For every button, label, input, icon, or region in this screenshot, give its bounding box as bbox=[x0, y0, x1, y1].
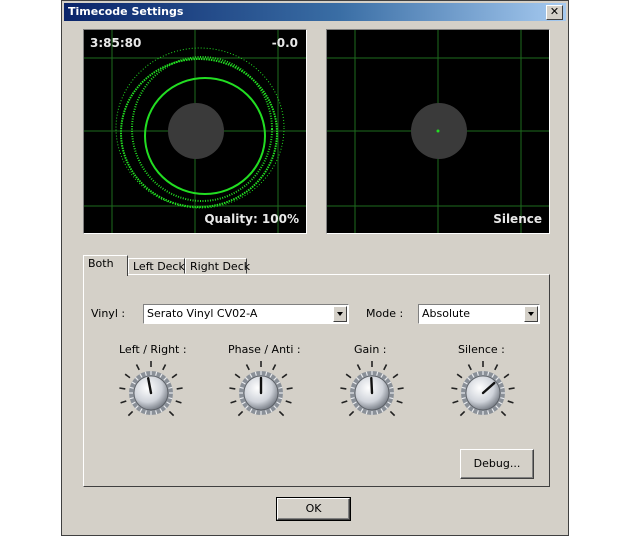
gain-knob[interactable] bbox=[338, 359, 406, 427]
knob-tick bbox=[135, 364, 140, 371]
knob-label-left-right: Left / Right : bbox=[119, 343, 187, 356]
knob-tick bbox=[397, 387, 404, 390]
silence-knob[interactable] bbox=[449, 359, 517, 427]
mode-select-value: Absolute bbox=[422, 307, 471, 320]
knob-tick bbox=[396, 400, 403, 404]
title-bar: Timecode Settings ✕ bbox=[64, 3, 566, 21]
knob-tick bbox=[234, 373, 241, 379]
knob-tick bbox=[272, 364, 277, 371]
right-scope-graph bbox=[327, 30, 549, 233]
knob-tick bbox=[356, 364, 361, 371]
knob-tick bbox=[392, 373, 399, 379]
vinyl-label: Vinyl : bbox=[91, 307, 126, 320]
mode-select[interactable]: Absolute bbox=[418, 304, 540, 324]
knob-tick bbox=[508, 387, 515, 390]
knob-tick bbox=[237, 410, 244, 417]
knob-tick bbox=[168, 410, 175, 417]
chevron-down-icon[interactable] bbox=[524, 306, 538, 322]
knob-tick bbox=[452, 400, 459, 404]
knob-tick bbox=[230, 400, 237, 404]
left-scope-display: 3:85:80 -0.0 Quality: 100% bbox=[83, 29, 307, 234]
knob-label-silence: Silence : bbox=[458, 343, 505, 356]
knob-pointer bbox=[370, 376, 374, 395]
knob-tick bbox=[278, 410, 285, 417]
knob-tick bbox=[459, 410, 466, 417]
knob-tick bbox=[456, 373, 463, 379]
knob-tick bbox=[348, 410, 355, 417]
close-button[interactable]: ✕ bbox=[546, 5, 563, 20]
tab-panel: Vinyl : Serato Vinyl CV02-A Mode : Absol… bbox=[83, 274, 550, 487]
timecode-readout: 3:85:80 bbox=[90, 36, 142, 50]
knob-tick bbox=[467, 364, 472, 371]
left-right-knob[interactable] bbox=[117, 359, 185, 427]
silence-readout: Silence bbox=[493, 212, 542, 226]
knob-label-gain: Gain : bbox=[354, 343, 387, 356]
left-scope-graph bbox=[84, 30, 306, 233]
knob-tick bbox=[176, 387, 183, 390]
knob-tick bbox=[341, 400, 348, 404]
knob-tick bbox=[451, 387, 458, 390]
knob-tick bbox=[494, 364, 499, 371]
offset-readout: -0.0 bbox=[271, 36, 298, 50]
knob-tick bbox=[245, 364, 250, 371]
knob-tick bbox=[127, 410, 134, 417]
knob-tick bbox=[503, 373, 510, 379]
vinyl-select[interactable]: Serato Vinyl CV02-A bbox=[143, 304, 349, 324]
window-title: Timecode Settings bbox=[68, 5, 184, 18]
knob-tick bbox=[285, 400, 292, 404]
knob-tick bbox=[162, 364, 167, 371]
knob-tick bbox=[281, 373, 288, 379]
knob-tick bbox=[345, 373, 352, 379]
knob-tick bbox=[120, 400, 127, 404]
tab-right-deck[interactable]: Right Deck bbox=[185, 258, 250, 274]
knob-tick bbox=[124, 373, 131, 379]
right-scope-display: Silence bbox=[326, 29, 550, 234]
knob-tick bbox=[340, 387, 347, 390]
knob-tick bbox=[229, 387, 236, 390]
knob-tick bbox=[171, 373, 178, 379]
phase-anti-knob[interactable] bbox=[227, 359, 295, 427]
mode-label: Mode : bbox=[366, 307, 404, 320]
debug-button[interactable]: Debug... bbox=[460, 449, 534, 479]
vinyl-select-value: Serato Vinyl CV02-A bbox=[147, 307, 258, 320]
knob-tick bbox=[507, 400, 514, 404]
knob-tick bbox=[119, 387, 126, 390]
knob-label-phase-anti: Phase / Anti : bbox=[228, 343, 301, 356]
knob-tick bbox=[500, 410, 507, 417]
knob-tick bbox=[286, 387, 293, 390]
tab-both[interactable]: Both bbox=[83, 255, 128, 276]
knob-tick bbox=[175, 400, 182, 404]
tab-left-deck[interactable]: Left Deck bbox=[128, 258, 185, 274]
chevron-down-icon[interactable] bbox=[333, 306, 347, 322]
quality-readout: Quality: 100% bbox=[204, 212, 299, 226]
scope-center-dot bbox=[436, 129, 440, 133]
knob-tick bbox=[383, 364, 388, 371]
center-target bbox=[168, 103, 224, 159]
ok-button[interactable]: OK bbox=[276, 497, 351, 521]
knob-tick bbox=[389, 410, 396, 417]
